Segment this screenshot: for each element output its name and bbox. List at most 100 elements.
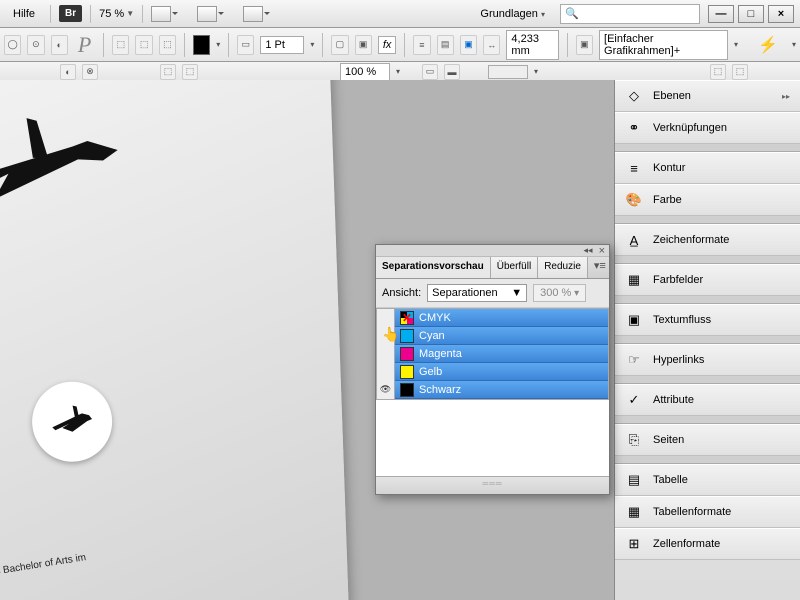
scale-field[interactable]: 100 % — [340, 63, 390, 81]
panel-icon: ◇ — [625, 88, 643, 104]
close-button[interactable]: × — [768, 5, 794, 23]
visibility-toggle[interactable] — [377, 363, 395, 381]
tab-trap[interactable]: Überfüll — [491, 257, 538, 278]
frame-fit-icon[interactable]: ▣ — [460, 35, 477, 55]
separations-preview-panel[interactable]: ◂◂ × Separationsvorschau Überfüll Reduzi… — [375, 244, 610, 495]
tool-icon[interactable]: ⬚ — [732, 64, 748, 80]
control-bar-row2: ◐ ⊗ ⬚ ⬚ 100 % ▾ ▭ ▬ ▾ ⬚ ⬚ — [0, 62, 800, 82]
panel-attribute[interactable]: ✓ Attribute — [615, 384, 800, 416]
tool-icon[interactable]: ⬚ — [160, 64, 176, 80]
dropdown-icon[interactable]: ▾ — [216, 40, 220, 49]
panel-label: Kontur — [653, 162, 685, 174]
separation-row[interactable]: Gelb — [377, 363, 608, 381]
stroke-weight-field[interactable]: 1 Pt — [260, 36, 304, 54]
collapse-arrows-icon[interactable]: ◂◂ — [584, 245, 593, 256]
panel-icon: ✓ — [625, 392, 643, 408]
quick-apply-icon[interactable]: ⚡ — [750, 35, 786, 55]
panel-close-icon[interactable]: × — [599, 245, 605, 256]
panel-hyperlinks[interactable]: ☞Hyperlinks — [615, 344, 800, 376]
tab-separations-preview[interactable]: Separationsvorschau — [376, 257, 491, 278]
bridge-button[interactable]: Br — [59, 5, 82, 22]
tool-icon[interactable]: ⊗ — [82, 64, 98, 80]
panel-zeichenformate[interactable]: A̲Zeichenformate — [615, 224, 800, 256]
control-bar: ◯ ⊙ ◐ P ⬚ ⬚ ⬚ ▾ ▭ 1 Pt ▾ ▢ ▣ fx ≡ ▤ ▣ ↔ … — [0, 28, 800, 62]
top-menu-bar: Hilfe Br 75 %▼ Grundlagen ▾ 🔍 — □ × — [0, 0, 800, 28]
panel-label: Verknüpfungen — [653, 122, 727, 134]
width-field[interactable]: 4,233 mm — [506, 30, 558, 60]
stroke-style-field[interactable] — [488, 65, 528, 79]
view-label: Ansicht: — [382, 287, 421, 299]
tool-icon[interactable]: ▭ — [422, 64, 438, 80]
collapse-icon[interactable]: ▸▸ — [782, 92, 790, 101]
panel-icon: ⊞ — [625, 536, 643, 552]
ink-limit-field[interactable]: 300 % ▾ — [533, 284, 586, 302]
panel-farbe[interactable]: 🎨Farbe — [615, 184, 800, 216]
text-wrap-icon[interactable]: ≡ — [413, 35, 430, 55]
panel-textumfluss[interactable]: ▣ Textumfluss — [615, 304, 800, 336]
panel-resize-grip[interactable] — [376, 476, 609, 494]
stroke-picker-icon[interactable]: ▭ — [237, 35, 254, 55]
panel-seiten[interactable]: ⎘Seiten — [615, 424, 800, 456]
object-style-icon[interactable]: ▣ — [576, 35, 593, 55]
align-icon[interactable]: ⬚ — [159, 35, 176, 55]
w-icon: ↔ — [483, 35, 500, 55]
panel-label: Textumfluss — [653, 314, 711, 326]
separation-row[interactable]: 👁 Schwarz — [377, 381, 608, 399]
arrange-docs-icon[interactable] — [243, 6, 263, 22]
panel-farbfelder[interactable]: ▦Farbfelder — [615, 264, 800, 296]
panel-tabellenformate[interactable]: ▦Tabellenformate — [615, 496, 800, 528]
align-icon[interactable]: ⬚ — [112, 35, 129, 55]
tool-icon[interactable]: ◐ — [60, 64, 76, 80]
panel-tabelle[interactable]: ▤Tabelle — [615, 464, 800, 496]
tool-icon[interactable]: ◯ — [4, 35, 21, 55]
tab-flatten[interactable]: Reduzie — [538, 257, 588, 278]
panel-label: Zeichenformate — [653, 234, 729, 246]
distribute-icon[interactable]: ⬚ — [135, 35, 152, 55]
separations-list: ✕CMYK Cyan Magenta Gelb👁 Schwarz — [376, 308, 609, 400]
visibility-toggle[interactable] — [377, 309, 395, 327]
paragraph-icon[interactable]: P — [74, 32, 95, 58]
panel-label: Attribute — [653, 394, 694, 406]
corner-icon[interactable]: ▣ — [355, 35, 372, 55]
panel-zellenformate[interactable]: ⊞Zellenformate — [615, 528, 800, 560]
view-options-icon[interactable] — [151, 6, 171, 22]
tool-icon[interactable]: ⊙ — [27, 35, 44, 55]
tool-icon[interactable]: ▬ — [444, 64, 460, 80]
panels-dock: ◇Ebenen▸▸ ⚭ Verknüpfungen ≡ Kontur 🎨Farbe A̲Ze… — [614, 80, 800, 600]
panel-menu-icon[interactable]: ▾≡ — [594, 259, 606, 276]
minimize-button[interactable]: — — [708, 5, 734, 23]
fill-color-well[interactable] — [193, 35, 210, 55]
zoom-level[interactable]: 75 %▼ — [99, 8, 134, 20]
ink-name: Schwarz — [419, 384, 461, 396]
tool-icon[interactable]: ⬚ — [710, 64, 726, 80]
separation-row[interactable]: ✕CMYK — [377, 309, 608, 327]
tool-icon[interactable]: ◐ — [51, 35, 68, 55]
corner-icon[interactable]: ▢ — [331, 35, 348, 55]
panel-verknüpfungen[interactable]: ⚭ Verknüpfungen — [615, 112, 800, 144]
panel-icon: ≡ — [625, 160, 643, 176]
visibility-toggle[interactable]: 👁 — [377, 381, 395, 399]
tool-icon[interactable]: ⬚ — [182, 64, 198, 80]
panel-ebenen[interactable]: ◇Ebenen▸▸ — [615, 80, 800, 112]
maximize-button[interactable]: □ — [738, 5, 764, 23]
panel-label: Tabellenformate — [653, 506, 731, 518]
object-style-field[interactable]: [Einfacher Grafikrahmen]+ — [599, 30, 728, 60]
panel-tabs: Separationsvorschau Überfüll Reduzie ▾≡ — [376, 257, 609, 279]
effects-button[interactable]: fx — [378, 36, 397, 54]
text-wrap-icon[interactable]: ▤ — [437, 35, 454, 55]
separation-row[interactable]: Cyan — [377, 327, 608, 345]
view-mode-dropdown[interactable]: Separationen▼ — [427, 284, 527, 302]
ink-name: Cyan — [419, 330, 445, 342]
screen-mode-icon[interactable] — [197, 6, 217, 22]
workspace-switcher[interactable]: Grundlagen ▾ — [473, 4, 552, 24]
separation-row[interactable]: Magenta — [377, 345, 608, 363]
panel-label: Hyperlinks — [653, 354, 704, 366]
panel-kontur[interactable]: ≡ Kontur — [615, 152, 800, 184]
help-menu[interactable]: Hilfe — [6, 4, 42, 24]
search-input[interactable]: 🔍 — [560, 4, 700, 24]
panel-icon: ▣ — [625, 312, 643, 328]
visibility-toggle[interactable] — [377, 345, 395, 363]
panel-icon: 🎨 — [625, 192, 643, 208]
ink-name: Magenta — [419, 348, 462, 360]
panel-icon: ⚭ — [625, 120, 643, 136]
